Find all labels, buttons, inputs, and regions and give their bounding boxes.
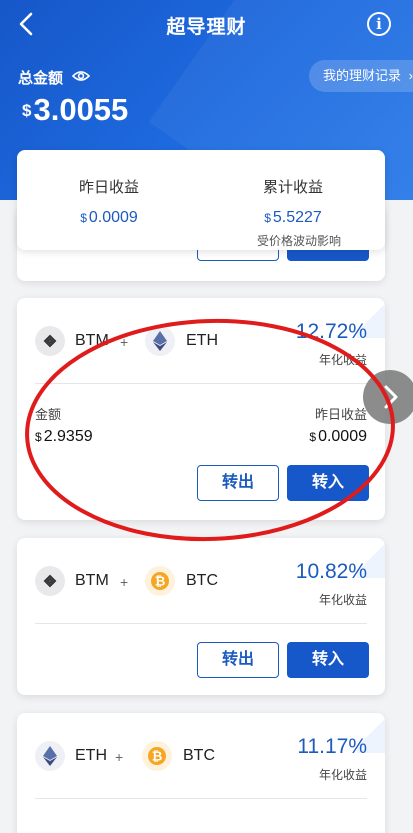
plus-sign: + [120, 574, 129, 590]
svg-text:₿: ₿ [152, 750, 163, 765]
total-amount-value: 3.0055 [33, 92, 129, 127]
amount-label: 金额 [35, 407, 62, 422]
info-icon[interactable]: i [367, 12, 391, 36]
annual-rate: 12.72% [295, 320, 367, 343]
divider [35, 798, 367, 799]
product-card-eth-btc[interactable]: ETH + ₿ BTC 11.17% 年化收益 [17, 713, 385, 833]
page-title: 超导理财 [166, 17, 247, 38]
transfer-out-button[interactable]: 转出 [197, 642, 279, 678]
amount-value: $2.9359 [35, 428, 93, 446]
price-fluctuation-note: 受价格波动影响 [256, 234, 341, 248]
eye-icon[interactable] [72, 69, 90, 83]
btm-coin-icon [35, 566, 65, 596]
total-amount-label: 总金额 [18, 70, 64, 87]
chevron-right-icon: › [408, 68, 413, 83]
yesterday-earnings-number: 0.0009 [318, 428, 367, 445]
yesterday-earnings-label: 昨日收益 [78, 179, 139, 196]
annual-rate: 10.82% [295, 560, 367, 583]
my-records-label: 我的理财记录 [322, 68, 401, 83]
yesterday-earnings-label: 昨日收益 [314, 407, 367, 422]
transfer-in-button[interactable]: 转入 [287, 465, 369, 501]
coin-b-name: BTC [186, 572, 218, 589]
coin-a-name: BTM [75, 572, 109, 589]
my-records-button[interactable]: 我的理财记录 › [308, 60, 413, 92]
annual-rate-label: 年化收益 [318, 593, 367, 607]
currency-symbol: $ [80, 211, 87, 225]
btc-coin-icon: ₿ [142, 741, 172, 771]
cumulative-earnings: 累计收益 $5.5227 [201, 176, 385, 227]
btc-coin-icon: ₿ [145, 566, 175, 596]
svg-text:₿: ₿ [155, 575, 166, 590]
currency-symbol: $ [35, 430, 42, 444]
cumulative-earnings-value: 5.5227 [272, 209, 322, 226]
annual-rate-label: 年化收益 [318, 353, 367, 367]
plus-sign: + [120, 334, 129, 350]
currency-symbol: $ [264, 211, 271, 225]
cumulative-earnings-amount: $5.5227 [201, 209, 385, 227]
yesterday-earnings-value: 0.0009 [88, 209, 138, 226]
divider [35, 623, 367, 624]
amount-number: 2.9359 [43, 428, 93, 445]
eth-coin-icon [145, 326, 175, 356]
yesterday-earnings-value: $0.0009 [309, 428, 367, 446]
yesterday-earnings: 昨日收益 $0.0009 [17, 176, 201, 227]
coin-a-name: BTM [75, 332, 109, 349]
annual-rate: 11.17% [297, 735, 367, 758]
yesterday-earnings-amount: $0.0009 [17, 209, 201, 227]
annual-rate-label: 年化收益 [318, 768, 367, 782]
earnings-summary-card: 昨日收益 $0.0009 累计收益 $5.5227 受价格波动影响 [17, 150, 385, 250]
divider [35, 383, 367, 384]
btm-coin-icon [35, 326, 65, 356]
currency-symbol: $ [309, 430, 317, 444]
chevron-right-icon [384, 385, 398, 409]
transfer-in-button[interactable]: 转入 [287, 642, 369, 678]
coin-b-name: ETH [186, 332, 218, 349]
coin-a-name: ETH [75, 747, 107, 764]
transfer-out-button[interactable]: 转出 [197, 465, 279, 501]
total-amount: $3.0055 [22, 92, 128, 128]
floating-next-button[interactable] [363, 370, 413, 424]
coin-b-name: BTC [183, 747, 215, 764]
plus-sign: + [115, 749, 124, 765]
product-card-btm-eth[interactable]: BTM + ETH 12.72% 年化收益 金额 $2.9359 昨日收益 $0… [17, 298, 385, 520]
cumulative-earnings-label: 累计收益 [262, 179, 323, 196]
currency-symbol: $ [22, 101, 32, 120]
eth-coin-icon [35, 741, 65, 771]
product-card-btm-btc[interactable]: BTM + ₿ BTC 10.82% 年化收益 转出 转入 [17, 538, 385, 695]
